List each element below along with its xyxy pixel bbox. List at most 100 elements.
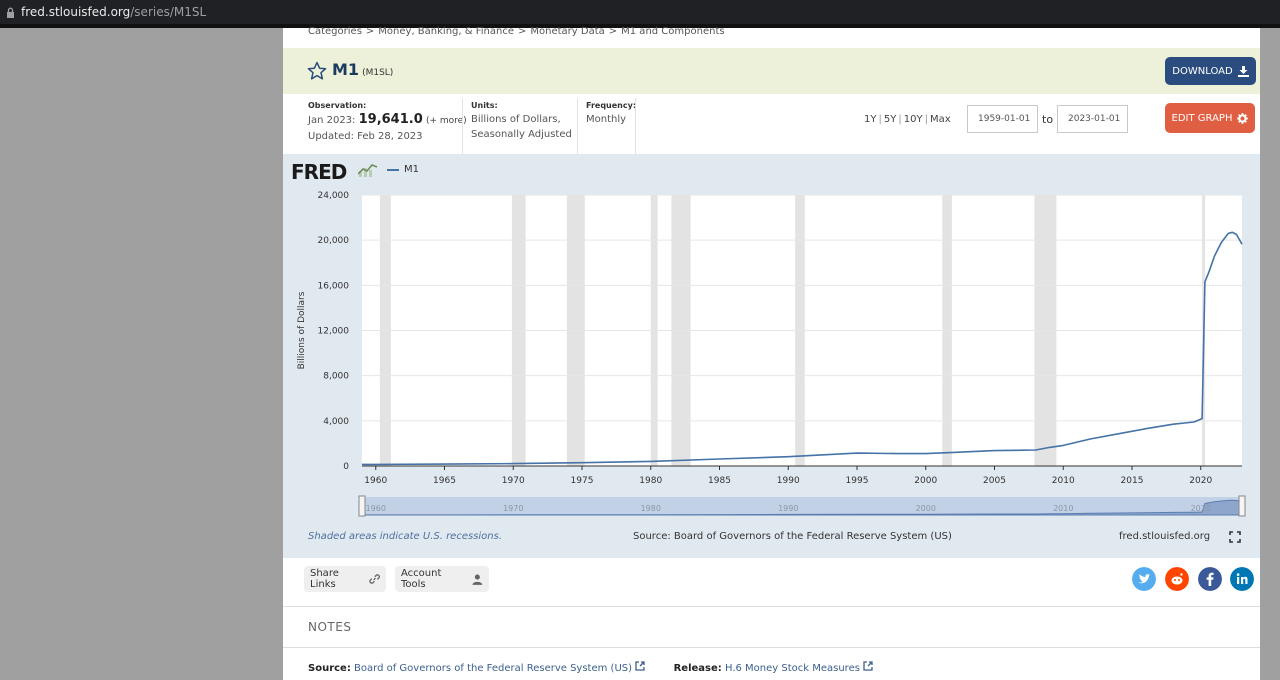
user-icon: [472, 574, 483, 585]
units-label: Units:: [471, 101, 498, 110]
range-selector: 1Y | 5Y | 10Y | Max: [864, 114, 951, 125]
lock-icon: [7, 7, 14, 18]
observation-value: 19,641.0: [358, 112, 423, 127]
notes-section: NOTES: [283, 606, 1260, 648]
breadcrumb-sep: >: [608, 26, 618, 37]
breadcrumb-sep: >: [365, 26, 375, 37]
frequency-label: Frequency:: [586, 101, 637, 110]
download-icon: [1237, 65, 1249, 77]
observation-more-link[interactable]: (+ more): [426, 116, 467, 126]
frequency-value: Monthly: [586, 114, 627, 125]
notes-title: NOTES: [308, 620, 352, 634]
fullscreen-icon[interactable]: [1229, 531, 1241, 543]
units-block: Units: Billions of Dollars, Seasonally A…: [471, 100, 572, 142]
release-label: Release:: [673, 663, 722, 674]
x-tick-label: 1965: [433, 476, 456, 486]
graph-site-link[interactable]: fred.stlouisfed.org: [1119, 531, 1210, 542]
edit-graph-button[interactable]: EDIT GRAPH: [1165, 103, 1255, 133]
x-tick-label: 2015: [1121, 476, 1144, 486]
navigator-tick-label: 1980: [641, 504, 661, 513]
m1-line-chart[interactable]: 0 4,000 8,000 12,000 16,000 20,000 24,000 1960 1…: [283, 154, 1260, 558]
observation-date: Jan 2023:: [308, 115, 356, 126]
navigator-tick-label: 2020: [1191, 504, 1211, 513]
x-tick-label: 2020: [1189, 476, 1212, 486]
breadcrumb: Categories > Money, Banking, & Finance > Mon…: [308, 26, 725, 37]
series-meta: Observation: Jan 2023: 19,641.0 (+ more)…: [283, 94, 1260, 154]
meta-divider: [635, 98, 636, 154]
external-link-icon[interactable]: [635, 661, 645, 671]
x-tick-label: 2000: [914, 476, 937, 486]
facebook-icon[interactable]: [1198, 567, 1222, 591]
account-tools-button[interactable]: Account Tools: [395, 566, 489, 592]
link-icon: [369, 574, 380, 584]
breadcrumb-monetary-data[interactable]: Monetary Data: [530, 26, 604, 37]
series-title-band: M1 (M1SL) DOWNLOAD: [283, 48, 1260, 94]
breadcrumb-categories[interactable]: Categories: [308, 26, 362, 37]
gear-icon: [1237, 112, 1249, 124]
breadcrumb-sep: >: [517, 26, 527, 37]
breadcrumb-money-banking[interactable]: Money, Banking, & Finance: [378, 26, 514, 37]
source-release-line: Source: Board of Governors of the Federa…: [308, 661, 873, 674]
x-tick-label: 2005: [983, 476, 1006, 486]
navigator-tick-label: 2000: [916, 504, 936, 513]
release-link[interactable]: H.6 Money Stock Measures: [725, 663, 860, 674]
end-date-input[interactable]: [1057, 105, 1128, 133]
y-tick-label: 0: [343, 462, 349, 472]
browser-address-bar[interactable]: fred.stlouisfed.org/series/M1SL: [0, 0, 1280, 24]
navigator-track: [362, 497, 1242, 515]
series-title: M1 (M1SL): [332, 60, 393, 79]
y-tick-label: 8,000: [323, 372, 349, 382]
share-links-label: Share Links: [310, 568, 339, 590]
account-tools-label: Account Tools: [401, 568, 442, 590]
url-path: /series/M1SL: [130, 5, 207, 19]
x-tick-label: 1995: [846, 476, 869, 486]
range-max[interactable]: Max: [930, 114, 951, 125]
url-host: fred.stlouisfed.org: [21, 5, 131, 19]
series-id: (M1SL): [362, 68, 394, 78]
series-name: M1: [332, 60, 360, 79]
navigator-tick-label: 2010: [1053, 504, 1073, 513]
external-link-icon[interactable]: [863, 661, 873, 671]
navigator-handle[interactable]: [358, 495, 366, 517]
y-tick-label: 20,000: [318, 236, 350, 246]
observation-block: Observation: Jan 2023: 19,641.0 (+ more)…: [308, 100, 467, 144]
fred-page: Categories > Money, Banking, & Finance > Mon…: [283, 26, 1260, 680]
x-tick-label: 1960: [364, 476, 387, 486]
download-button[interactable]: DOWNLOAD: [1165, 57, 1256, 85]
x-tick-label: 1980: [639, 476, 662, 486]
linkedin-icon[interactable]: [1230, 567, 1254, 591]
y-tick-label: 16,000: [318, 281, 350, 291]
frequency-block: Frequency: Monthly: [586, 100, 636, 127]
meta-divider: [577, 98, 578, 154]
navigator-tick-label: 1990: [778, 504, 798, 513]
x-tick-label: 1970: [502, 476, 525, 486]
share-links-button[interactable]: Share Links: [304, 566, 386, 592]
recession-note: Shaded areas indicate U.S. recessions.: [308, 531, 503, 542]
download-label: DOWNLOAD: [1172, 65, 1233, 77]
source-link[interactable]: Board of Governors of the Federal Reserv…: [354, 663, 632, 674]
range-1y[interactable]: 1Y: [864, 114, 876, 125]
units-line2: Seasonally Adjusted: [471, 129, 572, 140]
star-icon[interactable]: [307, 61, 327, 81]
date-to-label: to: [1042, 113, 1054, 126]
x-tick-label: 1975: [571, 476, 594, 486]
x-tick-label: 1985: [708, 476, 731, 486]
breadcrumb-m1-components[interactable]: M1 and Components: [621, 26, 724, 37]
x-tick-label: 1990: [777, 476, 800, 486]
navigator-handle[interactable]: [1238, 495, 1246, 517]
navigator-tick-label: 1960: [366, 504, 386, 513]
edit-graph-label: EDIT GRAPH: [1171, 112, 1233, 124]
y-tick-label: 4,000: [323, 417, 349, 427]
twitter-icon[interactable]: [1132, 567, 1156, 591]
reddit-icon[interactable]: [1165, 567, 1189, 591]
graph-source-note: Source: Board of Governors of the Federa…: [633, 531, 952, 542]
start-date-input[interactable]: [967, 105, 1038, 133]
x-tick-label: 2010: [1052, 476, 1075, 486]
y-axis-label: Billions of Dollars: [297, 291, 307, 369]
units-line1: Billions of Dollars,: [471, 114, 561, 125]
graph-panel: FRED M1 0 4,000 8,000 12,000 16,000 20,000 24,…: [283, 154, 1260, 558]
range-5y[interactable]: 5Y: [884, 114, 896, 125]
range-10y[interactable]: 10Y: [904, 114, 923, 125]
updated-date: Updated: Feb 28, 2023: [308, 131, 423, 142]
y-tick-label: 12,000: [318, 327, 350, 337]
